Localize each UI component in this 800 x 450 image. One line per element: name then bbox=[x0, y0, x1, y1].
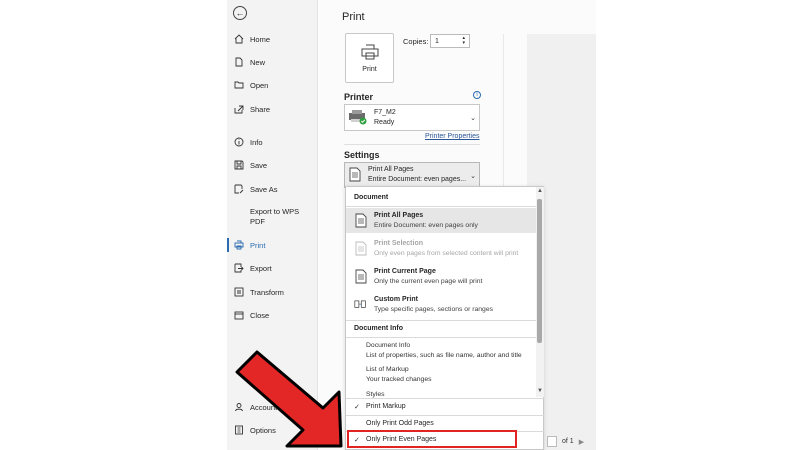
annotation-arrow bbox=[235, 350, 343, 448]
backstage-window: ← Home New Open Share Info Save Save As bbox=[227, 0, 596, 450]
annotation-arrow-shape bbox=[235, 350, 343, 448]
